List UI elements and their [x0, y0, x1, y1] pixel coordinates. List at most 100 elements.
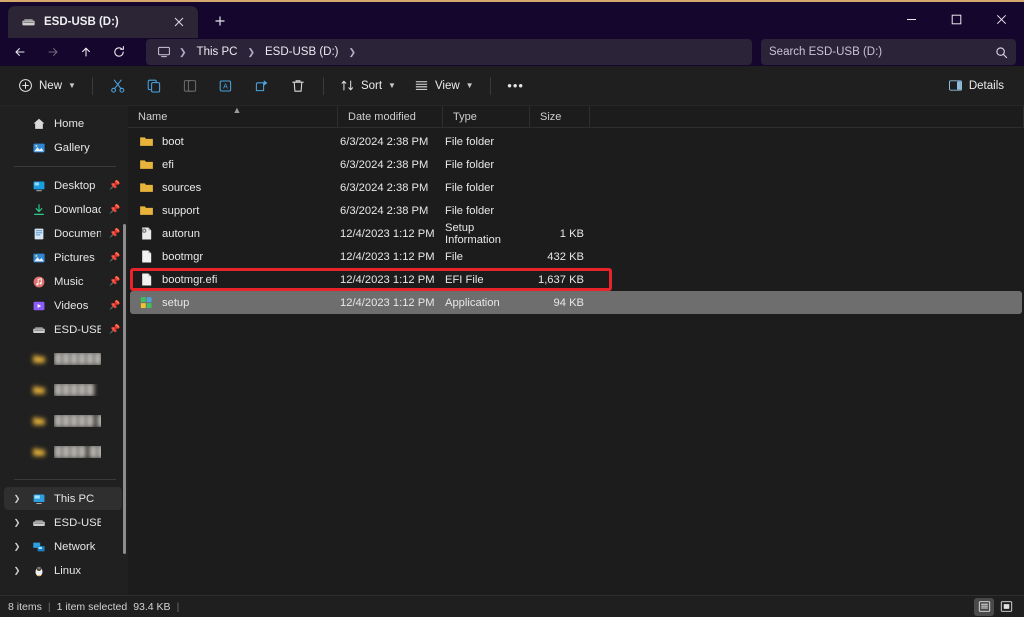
setup-info-icon — [138, 226, 154, 242]
sidebar-item-downloads[interactable]: Downloads 📌 — [4, 198, 122, 221]
sort-button[interactable]: Sort ▼ — [332, 72, 404, 100]
breadcrumb[interactable]: ❯ This PC ❯ ESD-USB (D:) ❯ — [146, 39, 752, 65]
navigation-pane[interactable]: Home Gallery — [0, 106, 128, 595]
sidebar-item-home[interactable]: Home — [4, 112, 122, 135]
chevron-down-icon: ▼ — [388, 81, 396, 90]
sidebar-item-music[interactable]: Music 📌 — [4, 270, 122, 293]
table-row[interactable]: bootmgr 12/4/2023 1:12 PM File 432 KB — [130, 245, 1022, 268]
status-divider: | — [171, 601, 186, 613]
pin-icon[interactable]: 📌 — [108, 180, 122, 191]
column-header-empty — [590, 106, 1024, 128]
new-tab-button[interactable] — [206, 7, 234, 35]
sidebar-item-linux[interactable]: ❯ Linux — [4, 559, 122, 582]
refresh-button[interactable] — [103, 39, 135, 65]
pin-icon[interactable]: 📌 — [108, 252, 122, 263]
column-header-name[interactable]: Name ▲ — [128, 106, 338, 128]
view-button[interactable]: View ▼ — [406, 72, 482, 100]
table-row[interactable]: boot 6/3/2024 2:38 PM File folder — [130, 130, 1022, 153]
sidebar-item-network[interactable]: ❯ Network — [4, 535, 122, 558]
file-list-pane[interactable]: Name ▲ Date modified Type Size — [128, 106, 1024, 595]
file-name: setup — [162, 297, 189, 309]
pictures-icon — [31, 251, 47, 265]
this-pc-monitor-icon — [154, 45, 174, 59]
close-icon[interactable] — [168, 11, 190, 33]
sidebar-item-redacted-4[interactable]: ████ █████ — [4, 440, 122, 463]
file-size-cell — [532, 199, 592, 222]
details-pane-button[interactable]: Details — [938, 72, 1014, 100]
file-name-cell: support — [130, 199, 340, 222]
pin-icon[interactable]: 📌 — [108, 300, 122, 311]
pin-icon[interactable]: 📌 — [108, 204, 122, 215]
file-name: sources — [162, 182, 201, 194]
sidebar-item-redacted-1[interactable]: ██████ ████ — [4, 347, 122, 370]
large-icons-view-button[interactable] — [996, 598, 1016, 616]
pin-icon[interactable]: 📌 — [108, 324, 122, 335]
up-button[interactable] — [70, 39, 102, 65]
sidebar-item-redacted-2[interactable]: █████ — [4, 378, 122, 401]
sidebar-item-gallery[interactable]: Gallery — [4, 136, 122, 159]
chevron-right-icon[interactable]: ❯ — [345, 47, 359, 58]
sidebar-scrollbar[interactable] — [123, 224, 126, 554]
close-button[interactable] — [979, 2, 1024, 36]
chevron-right-icon: ❯ — [244, 47, 258, 58]
delete-button[interactable] — [281, 72, 315, 100]
table-row[interactable]: efi 6/3/2024 2:38 PM File folder — [130, 153, 1022, 176]
search-input[interactable]: Search ESD-USB (D:) — [761, 39, 1016, 65]
chevron-right-icon[interactable]: ❯ — [10, 566, 24, 575]
sidebar-item-desktop[interactable]: Desktop 📌 — [4, 174, 122, 197]
sidebar-label: ESD-USB (D:) — [54, 517, 101, 529]
maximize-button[interactable] — [934, 2, 979, 36]
chevron-right-icon[interactable]: ❯ — [10, 542, 24, 551]
sidebar-item-redacted-3[interactable]: █████ ███ ██ — [4, 409, 122, 432]
gallery-icon — [31, 141, 47, 155]
table-row[interactable]: sources 6/3/2024 2:38 PM File folder — [130, 176, 1022, 199]
forward-button[interactable] — [37, 39, 69, 65]
column-header-size[interactable]: Size — [530, 106, 590, 128]
column-header-type[interactable]: Type — [443, 106, 530, 128]
folder-icon — [138, 134, 154, 150]
new-button[interactable]: New ▼ — [10, 72, 84, 100]
sidebar-label: ████ █████ — [54, 446, 101, 458]
file-icon — [138, 272, 154, 288]
table-row[interactable]: support 6/3/2024 2:38 PM File folder — [130, 199, 1022, 222]
pin-icon[interactable]: 📌 — [108, 228, 122, 239]
sidebar-item-documents[interactable]: Documents 📌 — [4, 222, 122, 245]
tab-esd-usb[interactable]: ESD-USB (D:) — [8, 6, 198, 38]
tab-strip: ESD-USB (D:) — [0, 2, 234, 38]
sidebar-item-pictures[interactable]: Pictures 📌 — [4, 246, 122, 269]
file-name: efi — [162, 159, 174, 171]
file-name: support — [162, 205, 199, 217]
paste-button[interactable] — [173, 72, 207, 100]
status-divider: | — [42, 601, 57, 613]
see-more-button[interactable]: ••• — [499, 72, 533, 100]
copy-button[interactable] — [137, 72, 171, 100]
chevron-right-icon[interactable]: ❯ — [10, 518, 24, 527]
pin-icon[interactable]: 📌 — [108, 276, 122, 287]
share-button[interactable] — [245, 72, 279, 100]
back-button[interactable] — [4, 39, 36, 65]
sidebar-label: Home — [54, 118, 101, 130]
breadcrumb-this-pc[interactable]: This PC — [192, 44, 243, 60]
file-size-cell — [532, 176, 592, 199]
breadcrumb-esd-usb[interactable]: ESD-USB (D:) — [260, 44, 343, 60]
sidebar-item-videos[interactable]: Videos 📌 — [4, 294, 122, 317]
table-row-selected[interactable]: setup 12/4/2023 1:12 PM Application 94 K… — [130, 291, 1022, 314]
chevron-right-icon[interactable]: ❯ — [10, 494, 24, 503]
sidebar-item-esd-usb[interactable]: ESD-USB (D:) 📌 — [4, 318, 122, 341]
file-name: boot — [162, 136, 184, 148]
rename-button[interactable]: A — [209, 72, 243, 100]
table-row[interactable]: bootmgr.efi 12/4/2023 1:12 PM EFI File 1… — [130, 268, 1022, 291]
file-type-cell: File folder — [445, 176, 532, 199]
table-row[interactable]: autorun 12/4/2023 1:12 PM Setup Informat… — [130, 222, 1022, 245]
file-name: bootmgr — [162, 251, 203, 263]
sidebar-item-esd-usb-tree[interactable]: ❯ ESD-USB (D:) — [4, 511, 122, 534]
home-icon — [31, 117, 47, 131]
column-header-date-modified[interactable]: Date modified — [338, 106, 443, 128]
minimize-button[interactable] — [889, 2, 934, 36]
cut-button[interactable] — [101, 72, 135, 100]
usb-drive-icon — [20, 14, 36, 30]
details-view-button[interactable] — [974, 598, 994, 616]
file-date-cell: 6/3/2024 2:38 PM — [340, 153, 445, 176]
search-placeholder: Search ESD-USB (D:) — [769, 46, 995, 58]
sidebar-item-this-pc[interactable]: ❯ This PC — [4, 487, 122, 510]
